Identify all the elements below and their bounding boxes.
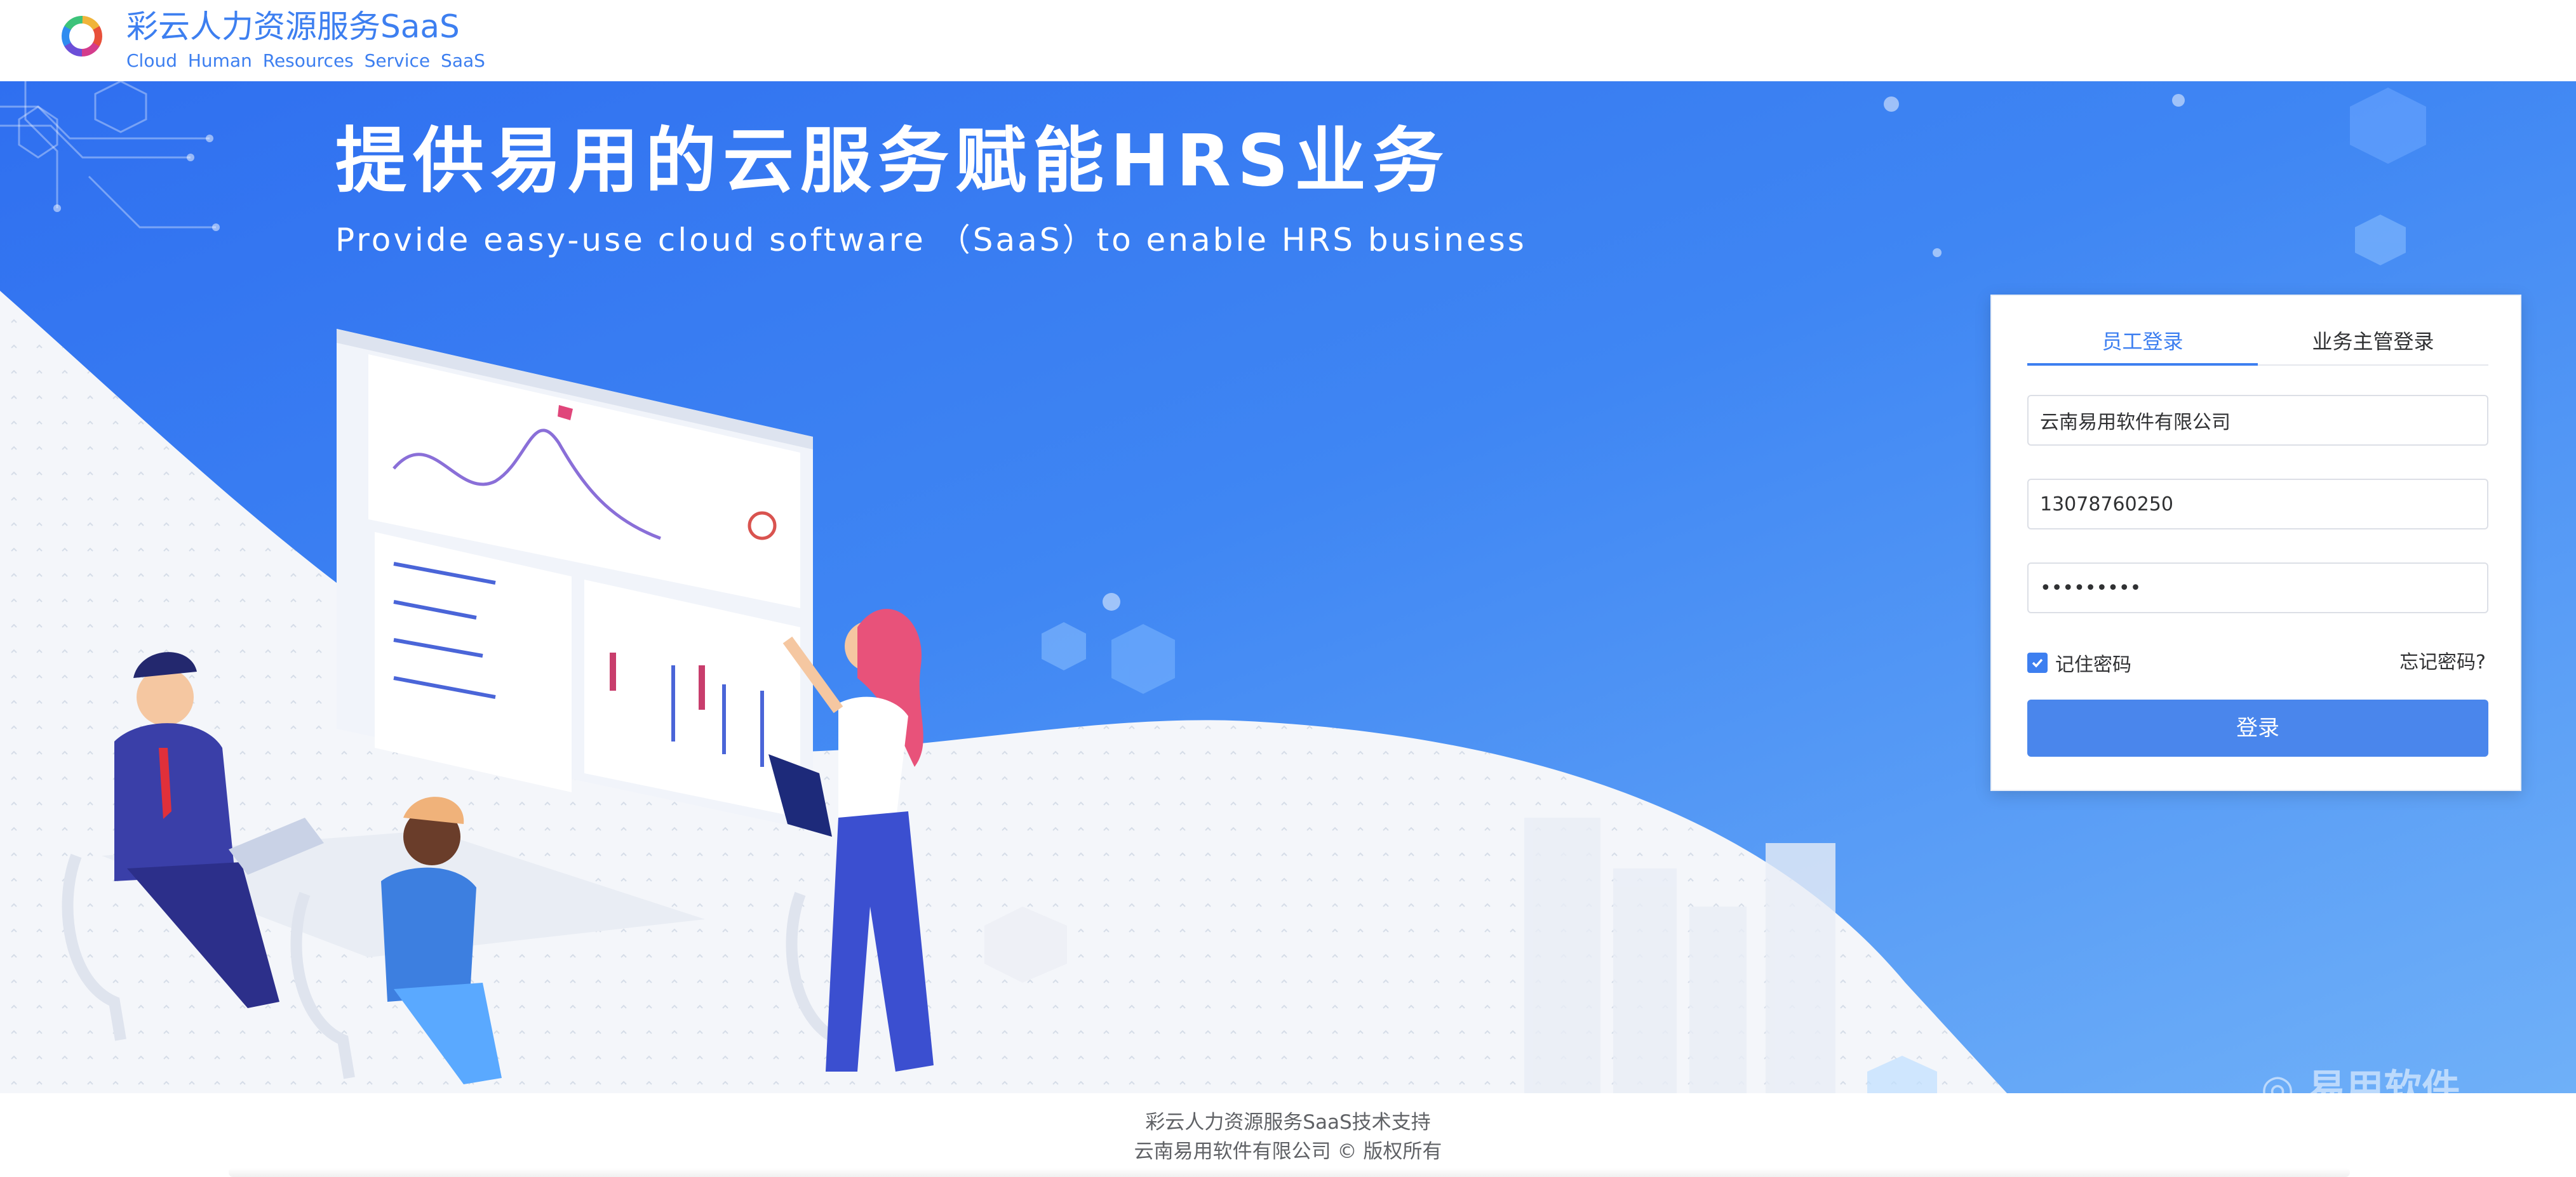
colorful-ring-logo-icon <box>62 16 102 57</box>
page-footer: 彩云人力资源服务SaaS技术支持 云南易用软件有限公司 © 版权所有 <box>0 1093 2576 1177</box>
login-tabs: 员工登录 业务主管登录 <box>2027 324 2488 366</box>
footer-copyright: 云南易用软件有限公司 © 版权所有 <box>1134 1140 1442 1163</box>
phone-field[interactable] <box>2027 479 2488 529</box>
login-button[interactable]: 登录 <box>2027 700 2488 757</box>
watermark-text: ◎ 易用软件 <box>2261 1067 2460 1093</box>
password-input[interactable] <box>2029 564 2487 612</box>
login-card: 员工登录 业务主管登录 记住密码 忘记密码? 登录 <box>1990 295 2521 791</box>
brand-title: 彩云人力资源服务SaaS <box>126 8 460 45</box>
footer-shadow <box>229 1168 2350 1177</box>
phone-input[interactable] <box>2029 480 2487 528</box>
remember-password-checkbox[interactable]: 记住密码 <box>2027 649 2131 677</box>
top-header: 彩云人力资源服务SaaS Cloud Human Resources Servi… <box>0 0 2576 81</box>
hero-title: 提供易用的云服务赋能HRS业务 <box>335 120 1450 203</box>
footer-tech-support: 彩云人力资源服务SaaS技术支持 <box>1145 1111 1431 1134</box>
hero-banner: 提供易用的云服务赋能HRS业务 Provide easy-use cloud s… <box>0 81 2576 1093</box>
business-team-illustration <box>62 329 934 1084</box>
company-input[interactable] <box>2029 396 2487 444</box>
brand-subtitle: Cloud Human Resources Service SaaS <box>126 50 485 71</box>
company-field[interactable] <box>2027 395 2488 446</box>
tab-supervisor-login[interactable]: 业务主管登录 <box>2258 324 2488 366</box>
remember-password-label: 记住密码 <box>2055 654 2131 676</box>
hero-subtitle: Provide easy-use cloud software （SaaS）to… <box>335 222 1527 258</box>
tab-employee-login[interactable]: 员工登录 <box>2027 324 2258 366</box>
password-field[interactable] <box>2027 562 2488 613</box>
forgot-password-link[interactable]: 忘记密码? <box>2399 649 2486 677</box>
checkbox-checked-icon[interactable] <box>2027 653 2048 673</box>
